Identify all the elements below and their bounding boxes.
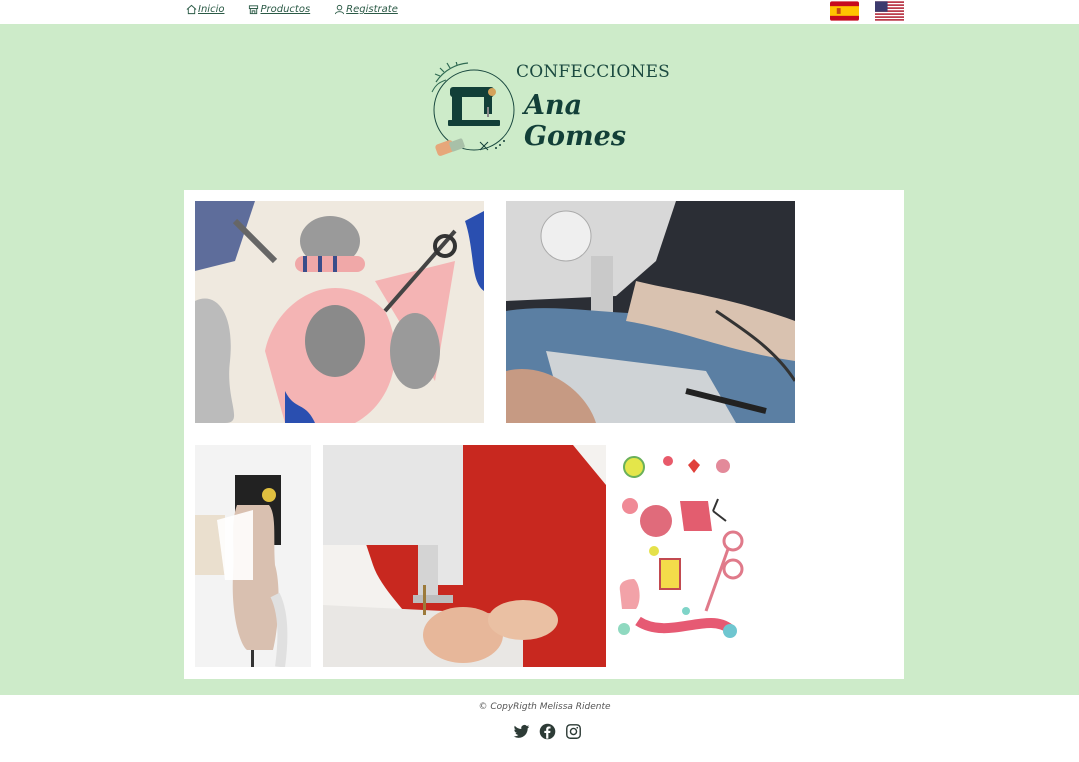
copyright-text: © CopyRigth Melissa Ridente: [478, 702, 611, 712]
nav-label: Inicio: [198, 4, 225, 15]
dress-form-photo[interactable]: [195, 445, 311, 667]
nav-link-productos[interactable]: Productos: [248, 4, 310, 15]
sewing-machine-jeans-photo[interactable]: [506, 201, 795, 423]
instagram-icon[interactable]: [565, 723, 582, 740]
home-icon: [186, 4, 197, 15]
page-footer: © CopyRigth Melissa Ridente: [0, 695, 1079, 762]
social-links: [513, 723, 582, 740]
sewing-illustration[interactable]: [618, 451, 748, 661]
woman-sewing-photo[interactable]: [323, 445, 606, 667]
usa-flag-icon[interactable]: [875, 1, 904, 21]
store-icon: [249, 5, 259, 15]
main-nav: Inicio Productos Registrate: [186, 4, 398, 15]
hero-section: CONFECCIONES Ana Gomes: [0, 24, 1079, 695]
facebook-icon[interactable]: [539, 723, 556, 740]
brand-logo[interactable]: CONFECCIONES Ana Gomes: [430, 62, 670, 162]
nav-link-registrate[interactable]: Registrate: [334, 4, 398, 15]
top-navbar: Inicio Productos Registrate: [0, 0, 1079, 24]
nav-label: Registrate: [346, 4, 398, 15]
nav-link-inicio[interactable]: Inicio: [186, 4, 224, 15]
logo-title: CONFECCIONES: [516, 62, 671, 82]
nav-label: Productos: [260, 4, 311, 15]
spain-flag-icon[interactable]: [830, 1, 859, 21]
sewing-machine-logo-icon: [431, 62, 515, 156]
logo-script: Ana Gomes: [524, 90, 627, 152]
language-switcher: [830, 1, 904, 21]
sewing-collage-photo[interactable]: [195, 201, 484, 423]
twitter-icon[interactable]: [513, 723, 530, 740]
image-gallery: [184, 190, 904, 679]
user-icon: [335, 4, 345, 15]
